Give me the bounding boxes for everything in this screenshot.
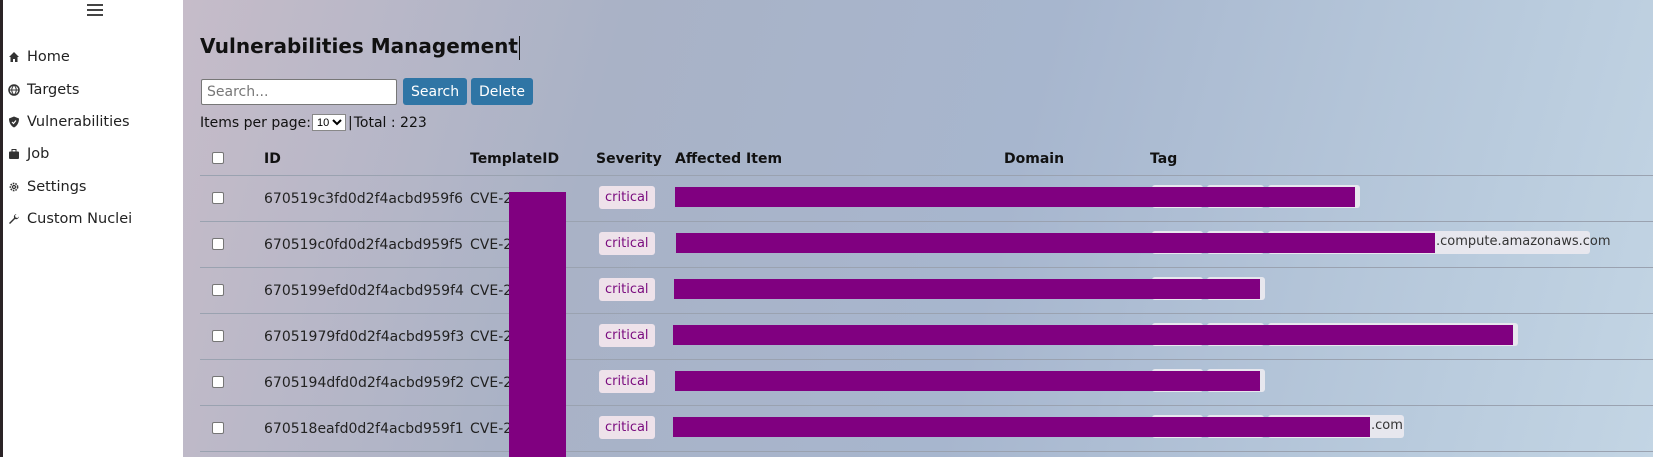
column-header-tag: Tag: [1150, 151, 1178, 167]
column-header-domain: Domain: [1004, 151, 1065, 167]
row-checkbox[interactable]: [212, 192, 224, 204]
severity-badge: critical: [599, 324, 655, 347]
sidebar: Home Targets Vulnerabilities Job Setting…: [3, 0, 183, 457]
text-caret: [518, 35, 520, 60]
home-icon: [7, 50, 21, 64]
tag-text: .compute.amazonaws.com: [1436, 234, 1611, 249]
hamburger-icon[interactable]: [87, 4, 103, 17]
table-header: ID TemplateID Severity Affected Item Dom…: [200, 142, 1653, 176]
table-row[interactable]: 6705199efd0d2f4acbd959f4 CVE-20 critical: [200, 268, 1653, 314]
redacted-affected-item: [673, 417, 1370, 437]
briefcase-icon: [7, 147, 21, 161]
redacted-affected-item: [674, 279, 1260, 299]
items-per-page-select[interactable]: 10: [312, 114, 347, 131]
select-all-checkbox[interactable]: [212, 152, 224, 164]
main-content: Vulnerabilities Management Search Delete…: [183, 0, 1653, 457]
page-title: Vulnerabilities Management: [200, 34, 520, 60]
redacted-affected-item: [673, 325, 1513, 345]
table-row[interactable]: 6705194dfd0d2f4acbd959f2 CVE-20 critical: [200, 360, 1653, 406]
vulnerability-id: 67051979fd0d2f4acbd959f3: [264, 329, 465, 345]
sidebar-item-label: Settings: [27, 179, 87, 195]
separator: |: [348, 114, 353, 131]
gear-icon: [7, 180, 21, 194]
severity-badge: critical: [599, 370, 655, 393]
severity-badge: critical: [599, 232, 655, 255]
column-header-severity: Severity: [596, 151, 662, 167]
vulnerability-id: 670519c3fd0d2f4acbd959f6: [264, 191, 464, 207]
table-row[interactable]: 67051979fd0d2f4acbd959f3 CVE-20 critical: [200, 314, 1653, 360]
sidebar-item-targets[interactable]: Targets: [7, 78, 79, 102]
row-checkbox[interactable]: [212, 238, 224, 250]
row-checkbox[interactable]: [212, 284, 224, 296]
redacted-template-column: [509, 192, 566, 457]
search-button[interactable]: Search: [403, 78, 468, 105]
sidebar-item-label: Targets: [27, 82, 80, 98]
table-row[interactable]: 670519c3fd0d2f4acbd959f6 CVE-20 critical: [200, 176, 1653, 222]
row-checkbox[interactable]: [212, 330, 224, 342]
vulnerability-id: 670519c0fd0d2f4acbd959f5: [264, 237, 464, 253]
redacted-affected-item: [675, 187, 1355, 207]
sidebar-item-label: Vulnerabilities: [27, 114, 130, 130]
row-checkbox[interactable]: [212, 422, 224, 434]
vulnerability-id: 6705199efd0d2f4acbd959f4: [264, 283, 464, 299]
severity-badge: critical: [599, 186, 655, 209]
globe-icon: [7, 83, 21, 97]
items-per-page-label: Items per page:: [200, 114, 312, 131]
sidebar-item-job[interactable]: Job: [7, 142, 49, 166]
wrench-icon: [7, 212, 21, 226]
sidebar-item-custom-nuclei[interactable]: Custom Nuclei: [7, 207, 132, 231]
redacted-affected-item: [675, 371, 1260, 391]
vulnerability-id: 6705194dfd0d2f4acbd959f2: [264, 375, 465, 391]
severity-badge: critical: [599, 416, 655, 439]
sidebar-item-home[interactable]: Home: [7, 45, 70, 69]
table-row[interactable]: 670518eafd0d2f4acbd959f1 CVE-20 critical…: [200, 406, 1653, 452]
column-header-id: ID: [264, 151, 281, 167]
vulnerabilities-table: ID TemplateID Severity Affected Item Dom…: [200, 142, 1653, 452]
table-row[interactable]: 670519c0fd0d2f4acbd959f5 CVE-20 critical…: [200, 222, 1653, 268]
column-header-affected-item: Affected Item: [675, 151, 783, 167]
sidebar-item-vulnerabilities[interactable]: Vulnerabilities: [7, 110, 130, 134]
redacted-affected-item: [676, 233, 1435, 253]
shield-icon: [7, 115, 21, 129]
column-header-templateid: TemplateID: [470, 151, 560, 167]
pagination-info: Items per page: 10 | Total : 223: [200, 114, 427, 131]
severity-badge: critical: [599, 278, 655, 301]
total-count: Total : 223: [353, 114, 427, 131]
search-input[interactable]: [201, 79, 397, 105]
tag-text: .com: [1371, 418, 1403, 433]
vulnerability-id: 670518eafd0d2f4acbd959f1: [264, 421, 464, 437]
sidebar-item-label: Job: [27, 146, 50, 162]
delete-button[interactable]: Delete: [471, 78, 533, 105]
sidebar-item-label: Custom Nuclei: [27, 211, 133, 227]
sidebar-item-label: Home: [27, 49, 70, 65]
sidebar-item-settings[interactable]: Settings: [7, 175, 86, 199]
row-checkbox[interactable]: [212, 376, 224, 388]
